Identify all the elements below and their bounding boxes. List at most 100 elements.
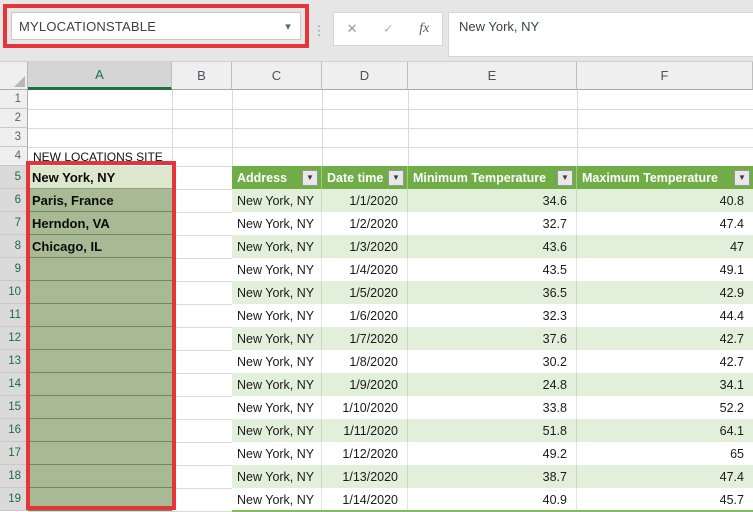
- row-header-18[interactable]: 18: [0, 465, 28, 488]
- table-cell[interactable]: New York, NY: [232, 373, 322, 396]
- cell-a4[interactable]: NEW LOCATIONS SITE: [29, 147, 249, 166]
- table-cell[interactable]: 49.1: [577, 258, 753, 281]
- table-cell[interactable]: 1/9/2020: [322, 373, 408, 396]
- table-cell[interactable]: 1/2/2020: [322, 212, 408, 235]
- enter-icon[interactable]: ✓: [383, 21, 394, 37]
- table-cell[interactable]: 1/4/2020: [322, 258, 408, 281]
- table-cell[interactable]: 44.4: [577, 304, 753, 327]
- table-header-date-time[interactable]: Date time▼: [322, 166, 408, 189]
- row-header-14[interactable]: 14: [0, 373, 28, 396]
- table-cell[interactable]: 1/6/2020: [322, 304, 408, 327]
- table-cell[interactable]: 1/13/2020: [322, 465, 408, 488]
- table-cell[interactable]: 42.9: [577, 281, 753, 304]
- table-cell[interactable]: 37.6: [408, 327, 577, 350]
- table-cell[interactable]: New York, NY: [232, 350, 322, 373]
- table-cell[interactable]: 34.6: [408, 189, 577, 212]
- row-header-9[interactable]: 9: [0, 258, 28, 281]
- selected-cell-a8[interactable]: Chicago, IL: [28, 235, 172, 258]
- row-header-8[interactable]: 8: [0, 235, 28, 258]
- selected-cell-a17[interactable]: [28, 442, 172, 465]
- table-cell[interactable]: 33.8: [408, 396, 577, 419]
- table-cell[interactable]: 36.5: [408, 281, 577, 304]
- table-cell[interactable]: 1/8/2020: [322, 350, 408, 373]
- table-cell[interactable]: New York, NY: [232, 258, 322, 281]
- table-cell[interactable]: New York, NY: [232, 212, 322, 235]
- table-cell[interactable]: 47.4: [577, 465, 753, 488]
- selected-cell-a11[interactable]: [28, 304, 172, 327]
- table-cell[interactable]: 1/1/2020: [322, 189, 408, 212]
- column-header-d[interactable]: D: [322, 62, 408, 90]
- row-header-11[interactable]: 11: [0, 304, 28, 327]
- table-cell[interactable]: New York, NY: [232, 488, 322, 511]
- filter-dropdown-icon[interactable]: ▼: [302, 170, 318, 186]
- row-header-10[interactable]: 10: [0, 281, 28, 304]
- table-cell[interactable]: 43.6: [408, 235, 577, 258]
- select-all-corner[interactable]: [0, 62, 28, 90]
- column-header-a[interactable]: A: [28, 62, 172, 90]
- name-box-dropdown-icon[interactable]: ▾: [276, 20, 300, 33]
- row-header-4[interactable]: 4: [0, 147, 28, 166]
- table-cell[interactable]: 1/10/2020: [322, 396, 408, 419]
- table-cell[interactable]: 34.1: [577, 373, 753, 396]
- table-cell[interactable]: 1/14/2020: [322, 488, 408, 511]
- row-header-13[interactable]: 13: [0, 350, 28, 373]
- table-cell[interactable]: 42.7: [577, 327, 753, 350]
- row-header-17[interactable]: 17: [0, 442, 28, 465]
- insert-function-icon[interactable]: fx: [419, 21, 429, 37]
- table-cell[interactable]: 30.2: [408, 350, 577, 373]
- row-header-15[interactable]: 15: [0, 396, 28, 419]
- row-header-19[interactable]: 19: [0, 488, 28, 511]
- table-cell[interactable]: 32.7: [408, 212, 577, 235]
- table-cell[interactable]: 45.7: [577, 488, 753, 511]
- row-header-16[interactable]: 16: [0, 419, 28, 442]
- row-header-3[interactable]: 3: [0, 128, 28, 147]
- name-box-value[interactable]: MYLOCATIONSTABLE: [12, 19, 276, 34]
- table-cell[interactable]: 49.2: [408, 442, 577, 465]
- selected-cell-a7[interactable]: Herndon, VA: [28, 212, 172, 235]
- row-header-5[interactable]: 5: [0, 166, 28, 189]
- table-header-minimum-temperature[interactable]: Minimum Temperature▼: [408, 166, 577, 189]
- table-cell[interactable]: 40.9: [408, 488, 577, 511]
- column-header-e[interactable]: E: [408, 62, 577, 90]
- selected-cell-a9[interactable]: [28, 258, 172, 281]
- selected-cell-a19[interactable]: [28, 488, 172, 511]
- table-cell[interactable]: New York, NY: [232, 419, 322, 442]
- selected-cell-a13[interactable]: [28, 350, 172, 373]
- table-header-address[interactable]: Address▼: [232, 166, 322, 189]
- table-cell[interactable]: New York, NY: [232, 189, 322, 212]
- table-cell[interactable]: 32.3: [408, 304, 577, 327]
- column-header-f[interactable]: F: [577, 62, 753, 90]
- selected-cell-a12[interactable]: [28, 327, 172, 350]
- table-cell[interactable]: 1/11/2020: [322, 419, 408, 442]
- row-header-2[interactable]: 2: [0, 109, 28, 128]
- table-cell[interactable]: 1/7/2020: [322, 327, 408, 350]
- table-cell[interactable]: New York, NY: [232, 327, 322, 350]
- table-cell[interactable]: 42.7: [577, 350, 753, 373]
- selected-cell-a5[interactable]: New York, NY: [28, 166, 172, 189]
- table-cell[interactable]: 47: [577, 235, 753, 258]
- table-cell[interactable]: 52.2: [577, 396, 753, 419]
- selected-cell-a14[interactable]: [28, 373, 172, 396]
- selected-cell-a6[interactable]: Paris, France: [28, 189, 172, 212]
- filter-dropdown-icon[interactable]: ▼: [388, 170, 404, 186]
- selected-cell-a18[interactable]: [28, 465, 172, 488]
- selected-cell-a10[interactable]: [28, 281, 172, 304]
- table-cell[interactable]: 51.8: [408, 419, 577, 442]
- row-header-6[interactable]: 6: [0, 189, 28, 212]
- table-header-maximum-temperature[interactable]: Maximum Temperature▼: [577, 166, 753, 189]
- name-box[interactable]: MYLOCATIONSTABLE ▾: [11, 12, 301, 40]
- row-header-1[interactable]: 1: [0, 90, 28, 109]
- table-cell[interactable]: 38.7: [408, 465, 577, 488]
- table-cell[interactable]: 47.4: [577, 212, 753, 235]
- column-header-c[interactable]: C: [232, 62, 322, 90]
- table-cell[interactable]: New York, NY: [232, 442, 322, 465]
- table-cell[interactable]: New York, NY: [232, 281, 322, 304]
- table-cell[interactable]: 1/5/2020: [322, 281, 408, 304]
- selected-cell-a15[interactable]: [28, 396, 172, 419]
- selected-cell-a16[interactable]: [28, 419, 172, 442]
- table-cell[interactable]: 1/3/2020: [322, 235, 408, 258]
- table-cell[interactable]: 1/12/2020: [322, 442, 408, 465]
- table-cell[interactable]: 40.8: [577, 189, 753, 212]
- table-cell[interactable]: 24.8: [408, 373, 577, 396]
- filter-dropdown-icon[interactable]: ▼: [734, 170, 750, 186]
